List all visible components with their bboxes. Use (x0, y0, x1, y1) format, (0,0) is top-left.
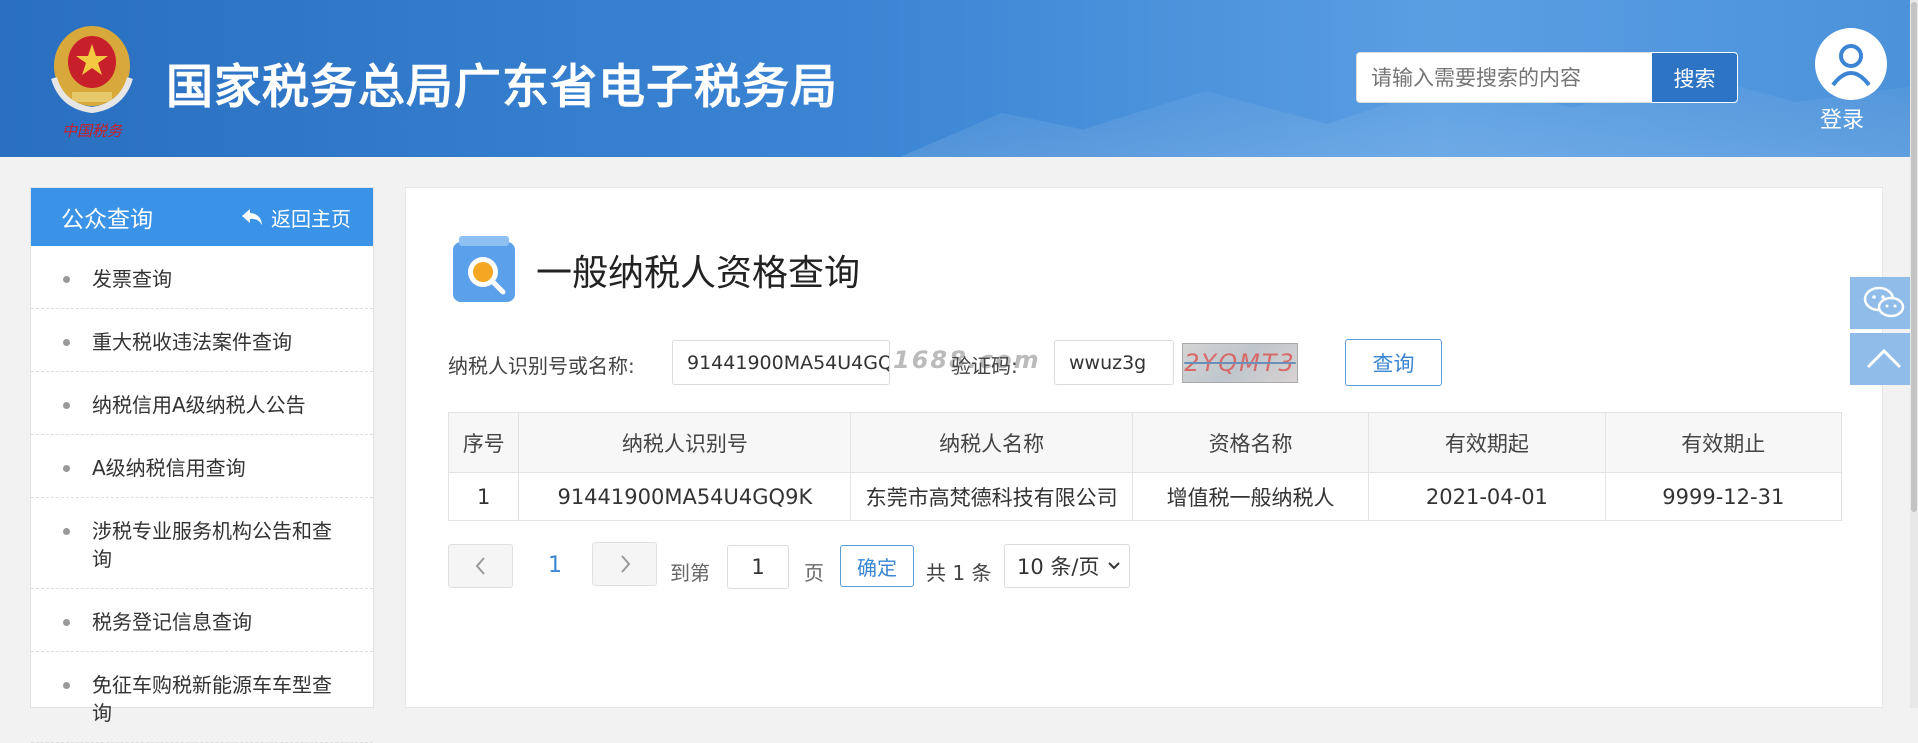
page-scrollbar[interactable] (1910, 0, 1918, 708)
sidebar-header: 公众查询 返回主页 (31, 188, 373, 246)
sidebar-item-label: 免征车购税新能源车车型查询 (92, 673, 332, 725)
chevron-up-icon (1866, 348, 1902, 369)
chevron-left-icon (475, 557, 485, 575)
bullet-icon (63, 276, 70, 283)
page-unit-label: 页 (804, 561, 824, 585)
sidebar-item-tax-registration[interactable]: 税务登记信息查询 (31, 589, 373, 652)
login-link[interactable]: 登录 (1820, 102, 1864, 134)
taxpayer-input[interactable]: 91441900MA54U4GQ9 (672, 340, 890, 385)
bullet-icon (63, 528, 70, 535)
cell-valid-from: 2021-04-01 (1368, 472, 1606, 521)
goto-label: 到第 (670, 561, 710, 585)
back-home-link[interactable]: 返回主页 (241, 203, 351, 232)
goto-page-input[interactable]: 1 (727, 545, 789, 589)
col-header-index: 序号 (447, 412, 520, 473)
page-size-value: 10 条/页 (1017, 555, 1100, 579)
sidebar-item-invoice[interactable]: 发票查询 (31, 246, 373, 309)
chevron-right-icon (620, 555, 630, 573)
cell-valid-to: 9999-12-31 (1604, 472, 1843, 521)
main-panel: 一般纳税人资格查询 纳税人识别号或名称: 91441900MA54U4GQ9 1… (405, 187, 1883, 708)
cell-index: 1 (447, 472, 520, 521)
sidebar-item-tax-service-agency[interactable]: 涉税专业服务机构公告和查询 (31, 498, 373, 589)
page-number-current[interactable]: 1 (548, 553, 562, 578)
next-page-button[interactable] (592, 542, 657, 586)
col-header-taxpayer-id: 纳税人识别号 (518, 412, 852, 473)
wechat-button[interactable] (1850, 277, 1918, 329)
back-home-label: 返回主页 (271, 206, 351, 231)
table-header-row: 序号 纳税人识别号 纳税人名称 资格名称 有效期起 有效期止 (447, 412, 1843, 473)
col-header-qualification: 资格名称 (1131, 412, 1370, 473)
col-header-taxpayer-name: 纳税人名称 (850, 412, 1133, 473)
sidebar-title: 公众查询 (61, 207, 153, 233)
prev-page-button[interactable] (448, 544, 513, 588)
search-document-icon (453, 236, 515, 302)
query-button[interactable]: 查询 (1345, 339, 1442, 386)
sidebar-item-credit-a-query[interactable]: A级纳税信用查询 (31, 435, 373, 498)
emblem-text: 中国税务 (62, 122, 124, 140)
captcha-label: 验证码: (951, 354, 1018, 378)
bullet-icon (63, 465, 70, 472)
captcha-image[interactable]: 2YQMT3 (1182, 343, 1298, 383)
cell-taxpayer-name: 东莞市高梵德科技有限公司 (850, 472, 1133, 521)
sidebar-item-label: 涉税专业服务机构公告和查询 (92, 519, 332, 571)
sidebar-item-label: 税务登记信息查询 (92, 610, 252, 634)
taxpayer-label: 纳税人识别号或名称: (448, 354, 635, 378)
tax-emblem-logo: 中国税务 (51, 26, 133, 140)
table-row: 1 91441900MA54U4GQ9K 东莞市高梵德科技有限公司 增值税一般纳… (447, 472, 1843, 521)
sidebar-menu: 发票查询 重大税收违法案件查询 纳税信用A级纳税人公告 A级纳税信用查询 涉税专… (31, 246, 373, 743)
chevron-down-icon (1108, 562, 1120, 570)
sidebar-item-label: 纳税信用A级纳税人公告 (92, 393, 306, 417)
search-input[interactable] (1356, 52, 1652, 103)
sidebar-item-nev-purchase-tax[interactable]: 免征车购税新能源车车型查询 (31, 652, 373, 743)
wechat-icon (1863, 286, 1905, 318)
sidebar-item-tax-violation[interactable]: 重大税收违法案件查询 (31, 309, 373, 372)
bullet-icon (63, 619, 70, 626)
search-button[interactable]: 搜索 (1651, 52, 1738, 103)
site-title: 国家税务总局广东省电子税务局 (166, 60, 838, 115)
scrollbar-thumb[interactable] (1911, 2, 1917, 512)
sidebar-item-label: 发票查询 (92, 267, 172, 291)
cell-qualification: 增值税一般纳税人 (1131, 472, 1370, 521)
bullet-icon (63, 339, 70, 346)
page-size-select[interactable]: 10 条/页 (1004, 544, 1130, 588)
col-header-valid-to: 有效期止 (1604, 412, 1843, 473)
bullet-icon (63, 682, 70, 689)
sidebar-item-label: A级纳税信用查询 (92, 456, 246, 480)
login-avatar[interactable] (1815, 28, 1887, 100)
col-header-valid-from: 有效期起 (1368, 412, 1606, 473)
user-icon (1831, 44, 1871, 87)
site-header: 中国税务 国家税务总局广东省电子税务局 搜索 登录 (0, 0, 1918, 157)
cell-taxpayer-id: 91441900MA54U4GQ9K (518, 472, 852, 521)
sidebar-item-label: 重大税收违法案件查询 (92, 330, 292, 354)
bullet-icon (63, 402, 70, 409)
goto-confirm-button[interactable]: 确定 (840, 545, 914, 587)
floating-toolbar (1850, 277, 1918, 387)
results-table: 序号 纳税人识别号 纳税人名称 资格名称 有效期起 有效期止 1 9144190… (447, 412, 1843, 521)
captcha-input[interactable]: wwuz3g (1054, 340, 1174, 385)
total-count: 共 1 条 (926, 561, 992, 585)
sidebar-item-credit-a-notice[interactable]: 纳税信用A级纳税人公告 (31, 372, 373, 435)
back-arrow-icon (242, 209, 262, 225)
back-to-top-button[interactable] (1850, 333, 1918, 385)
sidebar: 公众查询 返回主页 发票查询 重大税收违法案件查询 纳税信用A级纳税人公告 A级… (30, 187, 374, 743)
page-title: 一般纳税人资格查询 (536, 253, 861, 294)
